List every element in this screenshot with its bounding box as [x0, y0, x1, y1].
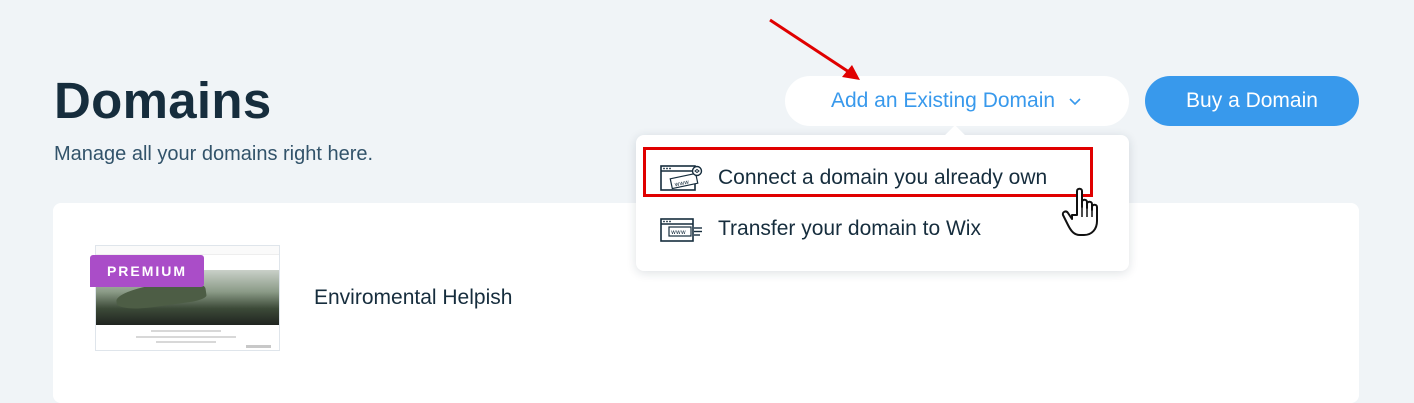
menu-item-connect-domain[interactable]: www Connect a domain you already own	[636, 155, 1129, 201]
browser-www-transfer-icon: www	[660, 218, 702, 242]
thumbnail-topbar	[96, 246, 279, 255]
thumbnail-text-line	[151, 330, 221, 332]
menu-item-transfer-domain[interactable]: www Transfer your domain to Wix	[636, 206, 1129, 252]
page-subtitle: Manage all your domains right here.	[54, 143, 374, 165]
thumbnail-text-line	[156, 341, 216, 343]
add-domain-dropdown-menu: www Connect a domain you already own www…	[636, 125, 1129, 271]
thumbnail-button	[246, 345, 271, 348]
chevron-down-icon	[1069, 98, 1081, 106]
page-title: Domains	[54, 72, 272, 129]
buy-domain-button[interactable]: Buy a Domain	[1145, 76, 1359, 126]
site-name[interactable]: Enviromental Helpish	[314, 286, 512, 310]
svg-text:www: www	[671, 229, 686, 236]
menu-item-transfer-label: Transfer your domain to Wix	[718, 217, 981, 240]
dropdown-notch	[945, 125, 965, 145]
add-existing-domain-label: Add an Existing Domain	[830, 89, 1056, 112]
browser-www-connect-icon: www	[660, 165, 703, 191]
thumbnail-text-line	[136, 336, 236, 338]
add-existing-domain-button[interactable]: Add an Existing Domain	[785, 76, 1129, 126]
premium-badge: PREMIUM	[90, 255, 204, 287]
menu-item-connect-label: Connect a domain you already own	[718, 166, 1048, 189]
